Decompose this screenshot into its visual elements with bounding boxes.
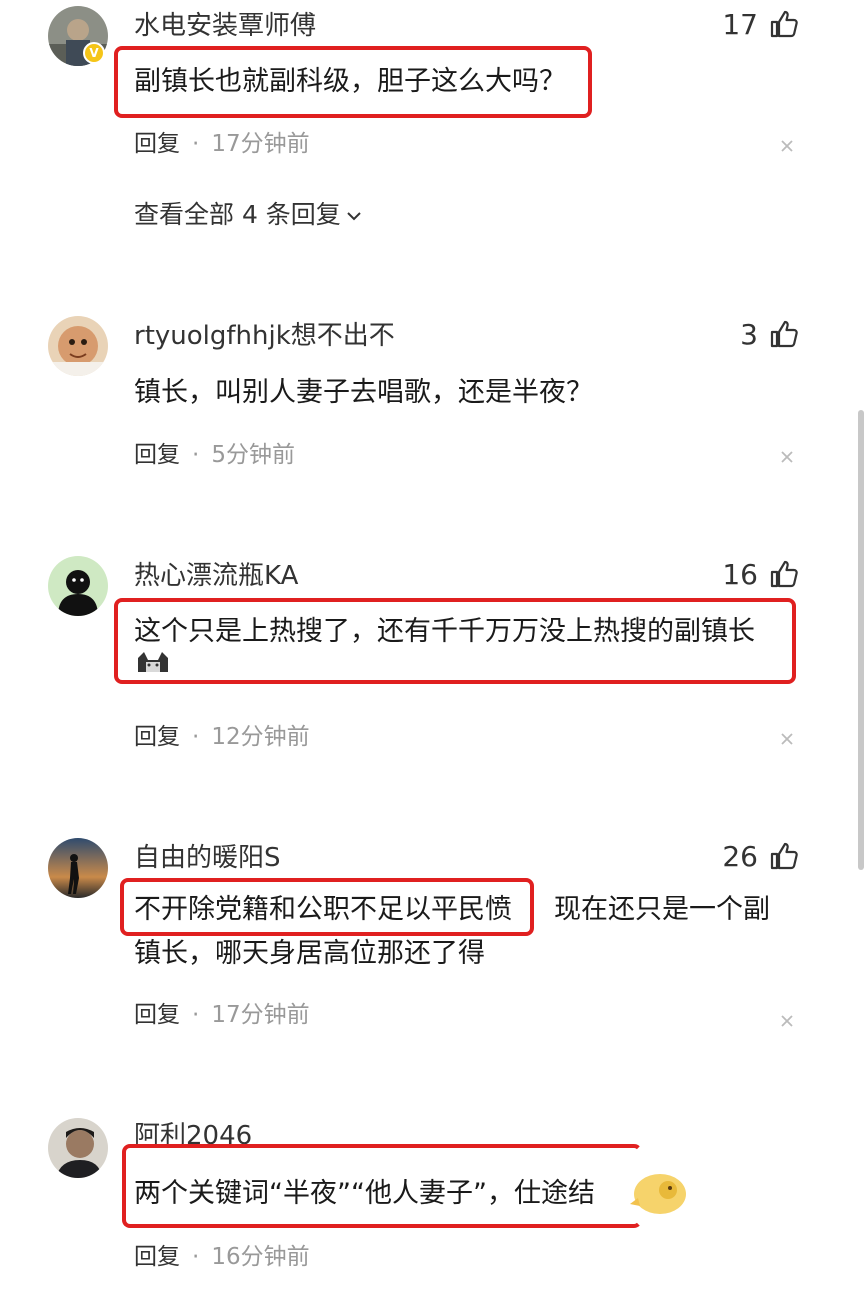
timestamp: 16分钟前 xyxy=(211,1244,310,1270)
comment-text: 这个只是上热搜了，还有千千万万没上热搜的副镇长 xyxy=(134,616,755,647)
view-all-replies-link[interactable]: 查看全部 4 条回复 xyxy=(134,200,363,230)
comment-text: 副镇长也就副科级，胆子这么大吗？ xyxy=(134,66,566,97)
close-icon[interactable] xyxy=(778,137,796,155)
reply-button[interactable]: 回复 xyxy=(134,442,180,468)
comment-text: 两个关键词“半夜”“他人妻子”，仕途结 xyxy=(134,1178,595,1209)
timestamp: 12分钟前 xyxy=(211,724,310,750)
thumbs-up-icon[interactable] xyxy=(768,558,800,590)
like-count: 17 xyxy=(722,8,758,41)
timestamp: 17分钟前 xyxy=(211,131,310,157)
comment-text-line2: 镇长，哪天身居高位那还了得 xyxy=(134,938,485,969)
chevron-down-icon xyxy=(347,212,361,221)
close-icon[interactable] xyxy=(778,1012,796,1030)
username[interactable]: rtyuolgfhhjk想不出不 xyxy=(134,320,395,352)
thumbs-up-icon[interactable] xyxy=(768,318,800,350)
sticker-image xyxy=(630,1174,686,1214)
comment-meta: 回复 · 5分钟前 xyxy=(134,442,295,468)
user-avatar[interactable] xyxy=(48,838,108,898)
username[interactable]: 热心漂流瓶KA xyxy=(134,560,298,592)
user-avatar[interactable] xyxy=(48,556,108,616)
thumbs-up-icon[interactable] xyxy=(768,8,800,40)
close-icon[interactable] xyxy=(778,448,796,466)
like-count: 3 xyxy=(740,318,758,351)
comment-meta: 回复 · 16分钟前 xyxy=(134,1244,310,1270)
cat-emoji xyxy=(138,652,168,672)
reply-button[interactable]: 回复 xyxy=(134,131,180,157)
like-count: 16 xyxy=(722,558,758,591)
verified-badge-icon: V xyxy=(83,42,105,64)
comment-list: V 水电安装覃师傅 17 副镇长也就副科级，胆子这么大吗？ 回复 · 17分钟前 查… xyxy=(0,0,864,1304)
close-icon[interactable] xyxy=(778,730,796,748)
timestamp: 5分钟前 xyxy=(211,442,295,468)
comment-meta: 回复 · 17分钟前 xyxy=(134,131,310,157)
thumbs-up-icon[interactable] xyxy=(768,840,800,872)
reply-button[interactable]: 回复 xyxy=(134,1002,180,1028)
like-count: 26 xyxy=(722,840,758,873)
user-avatar[interactable] xyxy=(48,1118,108,1178)
username[interactable]: 水电安装覃师傅 xyxy=(134,10,316,42)
reply-button[interactable]: 回复 xyxy=(134,1244,180,1270)
user-avatar[interactable] xyxy=(48,316,108,376)
scrollbar[interactable] xyxy=(858,410,864,870)
comment-meta: 回复 · 12分钟前 xyxy=(134,724,310,750)
comment-meta: 回复 · 17分钟前 xyxy=(134,1002,310,1028)
comment-text: 镇长，叫别人妻子去唱歌，还是半夜？ xyxy=(134,377,593,408)
username[interactable]: 自由的暖阳S xyxy=(134,842,281,874)
comment-text-highlight: 不开除党籍和公职不足以平民愤 xyxy=(134,894,512,925)
reply-button[interactable]: 回复 xyxy=(134,724,180,750)
comment-text-continued: 现在还只是一个副 xyxy=(554,894,770,925)
timestamp: 17分钟前 xyxy=(211,1002,310,1028)
